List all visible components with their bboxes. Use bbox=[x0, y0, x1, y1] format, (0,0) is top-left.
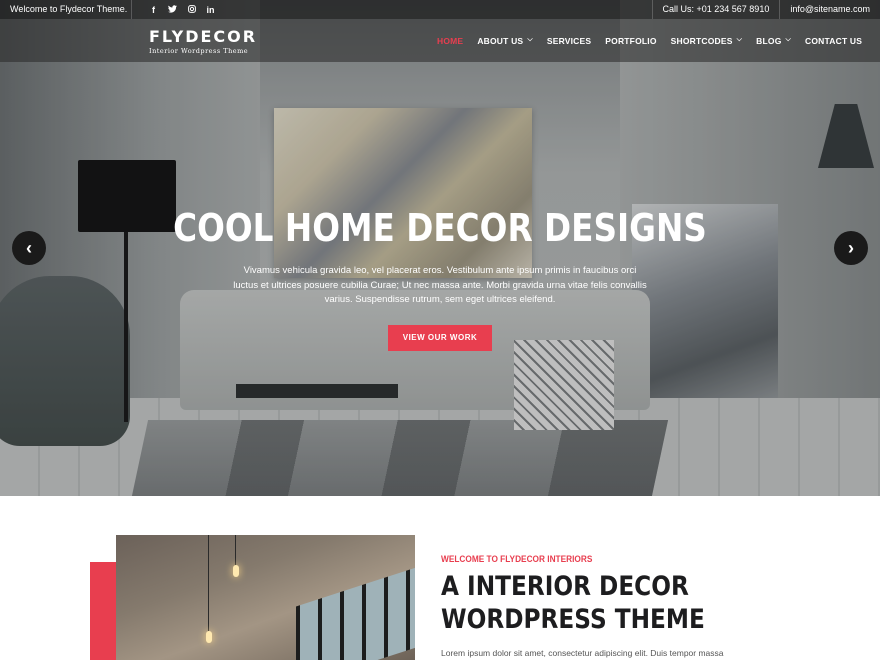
facebook-icon[interactable]: f bbox=[144, 5, 163, 15]
twitter-icon[interactable] bbox=[163, 4, 182, 15]
chevron-left-icon: ‹ bbox=[26, 238, 32, 258]
hero-slider: COOL HOME DECOR DESIGNS Vivamus vehicula… bbox=[0, 0, 880, 496]
nav-item-label: BLOG bbox=[756, 35, 782, 46]
pendant-wire bbox=[235, 535, 236, 565]
pendant-wire bbox=[208, 535, 209, 631]
welcome-text: Welcome to Flydecor Theme. bbox=[0, 0, 132, 19]
about-image bbox=[116, 535, 415, 660]
about-title-line: WORDPRESS THEME bbox=[441, 604, 705, 635]
hero-text: Vivamus vehicula gravida leo, vel placer… bbox=[233, 265, 647, 305]
hero-title: COOL HOME DECOR DESIGNS bbox=[173, 206, 707, 250]
nav-item-about-us[interactable]: ABOUT US ⌵ bbox=[477, 36, 533, 46]
about-section: WELCOME TO FLYDECOR INTERIORS A INTERIOR… bbox=[0, 496, 880, 660]
main-nav: HOME ABOUT US ⌵ SERVICES PORTFOLIO SHORT… bbox=[437, 19, 876, 62]
linkedin-icon[interactable]: in bbox=[201, 5, 220, 15]
about-title: A INTERIOR DECOR WORDPRESS THEME bbox=[441, 570, 733, 636]
logo-name: FLYDECOR bbox=[149, 27, 258, 46]
nav-item-label: PORTFOLIO bbox=[605, 35, 657, 46]
nav-item-blog[interactable]: BLOG ⌵ bbox=[756, 36, 791, 46]
about-kicker: WELCOME TO FLYDECOR INTERIORS bbox=[441, 554, 593, 564]
logo-tagline: Interior Wordpress Theme bbox=[149, 47, 249, 55]
instagram-icon[interactable] bbox=[182, 4, 201, 15]
chevron-right-icon: › bbox=[848, 238, 854, 258]
nav-item-label: SHORTCODES bbox=[670, 35, 733, 46]
nav-item-label: SERVICES bbox=[546, 35, 592, 46]
nav-item-shortcodes[interactable]: SHORTCODES ⌵ bbox=[671, 36, 743, 46]
light-bulb bbox=[206, 631, 212, 643]
nav-item-label: HOME bbox=[437, 35, 464, 46]
industrial-window bbox=[296, 567, 415, 660]
slider-prev-button[interactable]: ‹ bbox=[12, 231, 46, 265]
nav-item-portfolio[interactable]: PORTFOLIO bbox=[605, 36, 656, 46]
phone-number: Call Us: +01 234 567 8910 bbox=[651, 0, 780, 19]
nav-item-home[interactable]: HOME bbox=[437, 36, 463, 46]
chevron-down-icon: ⌵ bbox=[527, 35, 533, 43]
chevron-down-icon: ⌵ bbox=[736, 35, 743, 43]
chevron-down-icon: ⌵ bbox=[785, 35, 792, 43]
light-bulb bbox=[233, 565, 239, 577]
top-bar: Welcome to Flydecor Theme. f in Call Us:… bbox=[0, 0, 880, 19]
nav-item-label: ABOUT US bbox=[477, 35, 524, 46]
site-logo[interactable]: FLYDECOR Interior Wordpress Theme bbox=[149, 28, 257, 56]
email-link[interactable]: info@sitename.com bbox=[779, 0, 880, 19]
view-our-work-button[interactable]: VIEW OUR WORK bbox=[388, 325, 492, 351]
about-title-line: A INTERIOR DECOR bbox=[441, 571, 689, 602]
nav-item-label: CONTACT US bbox=[805, 35, 863, 46]
site-header: FLYDECOR Interior Wordpress Theme HOME A… bbox=[0, 19, 880, 62]
slider-next-button[interactable]: › bbox=[834, 231, 868, 265]
nav-item-services[interactable]: SERVICES bbox=[547, 36, 591, 46]
nav-item-contact-us[interactable]: CONTACT US bbox=[805, 36, 862, 46]
about-text: Lorem ipsum dolor sit amet, consectetur … bbox=[441, 648, 724, 658]
social-links: f in bbox=[144, 5, 220, 15]
